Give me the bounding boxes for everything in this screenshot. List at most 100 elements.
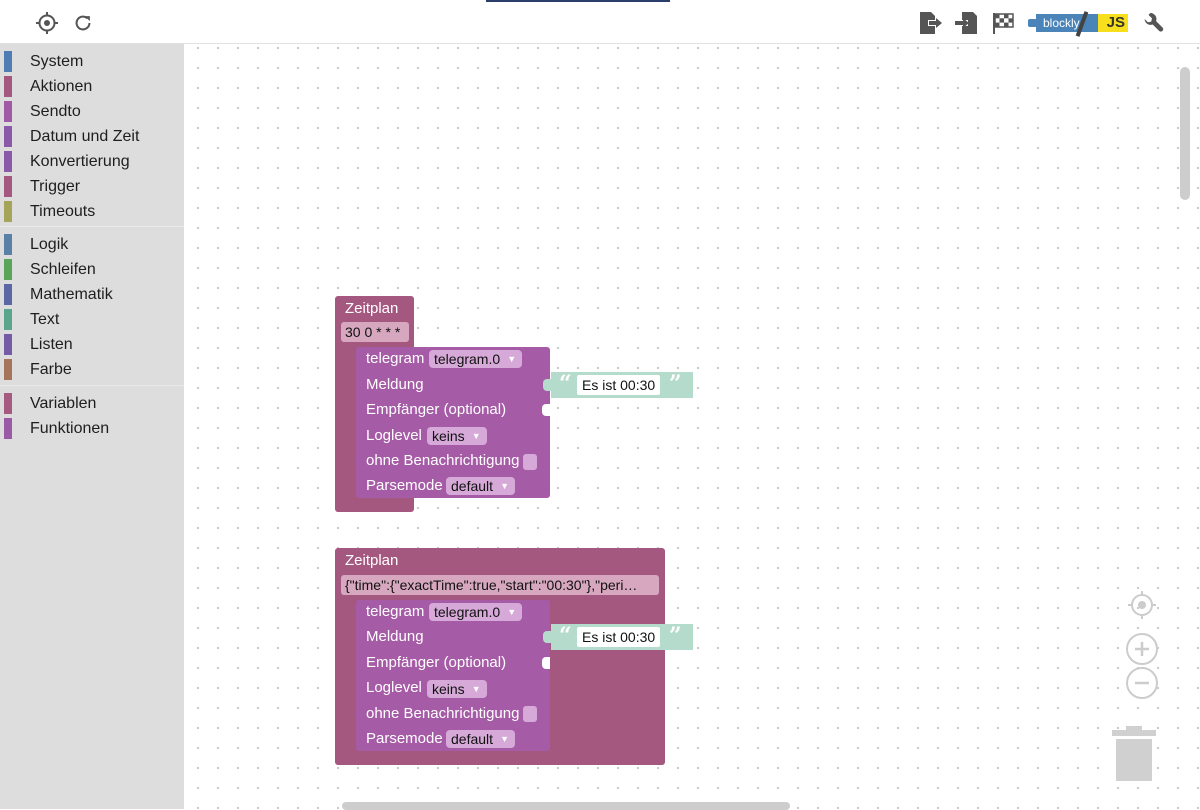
silent-label: ohne Benachrichtigung: [366, 452, 520, 469]
category-trigger[interactable]: Trigger: [0, 174, 184, 199]
category-color-stripe: [4, 334, 12, 355]
schedule-cron-field[interactable]: 30 0 * * *: [341, 322, 409, 342]
category-label: Logik: [30, 236, 69, 253]
category-konvertierung[interactable]: Konvertierung: [0, 149, 184, 174]
category-color-stripe: [4, 284, 12, 305]
text-block-tab: [543, 379, 551, 391]
text-value-field[interactable]: Es ist 00:30: [577, 627, 661, 647]
dropdown-value: telegram.0: [434, 604, 501, 620]
category-label: Funktionen: [30, 420, 110, 437]
category-variablen[interactable]: Variablen: [0, 391, 184, 416]
category-color-stripe: [4, 126, 12, 147]
category-aktionen[interactable]: Aktionen: [0, 74, 184, 99]
dropdown-value: telegram.0: [434, 351, 501, 367]
category-label: Mathematik: [30, 286, 113, 303]
category-system[interactable]: System: [0, 49, 184, 74]
category-label: Sendto: [30, 103, 81, 120]
category-color-stripe: [4, 201, 12, 222]
silent-checkbox[interactable]: [523, 454, 537, 470]
zoom-out-icon[interactable]: [1125, 666, 1159, 700]
text-block[interactable]: “ Es ist 00:30 ”: [543, 624, 693, 650]
category-mathematik[interactable]: Mathematik: [0, 282, 184, 307]
category-color-stripe: [4, 176, 12, 197]
category-timeouts[interactable]: Timeouts: [0, 199, 184, 224]
message-label: Meldung: [366, 376, 424, 393]
message-label: Meldung: [366, 628, 424, 645]
trash-icon[interactable]: [1112, 726, 1156, 782]
schedule-block-title: Zeitplan: [345, 552, 399, 569]
category-label: Aktionen: [30, 78, 93, 95]
import-icon[interactable]: [954, 10, 980, 36]
category-color-stripe: [4, 393, 12, 414]
text-value-field[interactable]: Es ist 00:30: [577, 375, 661, 395]
loglevel-label: Loglevel: [366, 427, 422, 444]
category-sidebar: System Aktionen Sendto Datum und Zeit Ko…: [0, 44, 184, 809]
telegram-label: telegram: [366, 350, 425, 367]
category-datum-und-zeit[interactable]: Datum und Zeit: [0, 124, 184, 149]
silent-checkbox[interactable]: [523, 706, 537, 722]
telegram-block[interactable]: telegram telegram.0 ▼ Meldung Empfänger (…: [356, 347, 550, 498]
recipient-label: Empfänger (optional): [366, 654, 507, 671]
text-block[interactable]: “ Es ist 00:30 ”: [543, 371, 693, 398]
loglevel-label: Loglevel: [366, 679, 422, 696]
schedule-block-title: Zeitplan: [345, 300, 399, 317]
category-separator: [0, 385, 184, 386]
category-label: Schleifen: [30, 261, 96, 278]
telegram-instance-dropdown[interactable]: telegram.0 ▼: [429, 603, 523, 621]
js-label: JS: [1098, 14, 1128, 32]
dropdown-value: default: [451, 478, 494, 494]
silent-label: ohne Benachrichtigung: [366, 705, 520, 722]
text-block-tab: [543, 631, 551, 643]
category-color-stripe: [4, 359, 12, 380]
loglevel-dropdown[interactable]: keins ▼: [427, 427, 487, 445]
category-color-stripe: [4, 101, 12, 122]
category-color-stripe: [4, 259, 12, 280]
category-logik[interactable]: Logik: [0, 232, 184, 257]
category-separator: [0, 226, 184, 227]
dropdown-arrow-icon: ▼: [507, 607, 517, 617]
category-text[interactable]: Text: [0, 307, 184, 332]
category-funktionen[interactable]: Funktionen: [0, 416, 184, 441]
dropdown-arrow-icon: ▼: [471, 684, 481, 694]
input-socket: [542, 657, 550, 669]
category-listen[interactable]: Listen: [0, 332, 184, 357]
category-sendto[interactable]: Sendto: [0, 99, 184, 124]
target-icon[interactable]: [34, 10, 60, 36]
telegram-label: telegram: [366, 603, 425, 620]
category-color-stripe: [4, 51, 12, 72]
dropdown-arrow-icon: ▼: [500, 481, 510, 491]
parsemode-dropdown[interactable]: default ▼: [446, 730, 516, 748]
input-socket: [542, 404, 550, 416]
center-icon[interactable]: [1125, 588, 1159, 622]
category-label: Timeouts: [30, 203, 96, 220]
zoom-in-icon[interactable]: [1125, 632, 1159, 666]
recipient-label: Empfänger (optional): [366, 401, 507, 418]
telegram-instance-dropdown[interactable]: telegram.0 ▼: [429, 350, 523, 368]
loglevel-dropdown[interactable]: keins ▼: [427, 680, 487, 698]
parsemode-label: Parsemode: [366, 477, 443, 494]
dropdown-arrow-icon: ▼: [500, 734, 510, 744]
toolbar: blockly JS: [0, 0, 1200, 44]
checkered-flag-icon[interactable]: [990, 10, 1016, 36]
vertical-scrollbar[interactable]: [1180, 67, 1190, 200]
parsemode-dropdown[interactable]: default ▼: [446, 477, 516, 495]
category-label: Variablen: [30, 395, 97, 412]
category-label: Konvertierung: [30, 153, 130, 170]
schedule-json-field[interactable]: {"time":{"exactTime":true,"start":"00:30…: [341, 575, 659, 595]
open-quote-icon: “: [559, 371, 572, 397]
dropdown-value: default: [451, 731, 494, 747]
category-label: Trigger: [30, 178, 81, 195]
category-farbe[interactable]: Farbe: [0, 357, 184, 382]
wrench-icon[interactable]: [1140, 10, 1166, 36]
parsemode-label: Parsemode: [366, 730, 443, 747]
dropdown-value: keins: [432, 428, 465, 444]
category-label: Listen: [30, 336, 73, 353]
blockly-js-toggle[interactable]: blockly JS: [1028, 11, 1128, 37]
category-color-stripe: [4, 418, 12, 439]
export-icon[interactable]: [917, 10, 943, 36]
refresh-icon[interactable]: [70, 10, 96, 36]
dropdown-value: keins: [432, 681, 465, 697]
category-schleifen[interactable]: Schleifen: [0, 257, 184, 282]
category-color-stripe: [4, 234, 12, 255]
telegram-block[interactable]: telegram telegram.0 ▼ Meldung Empfänger (…: [356, 600, 550, 751]
